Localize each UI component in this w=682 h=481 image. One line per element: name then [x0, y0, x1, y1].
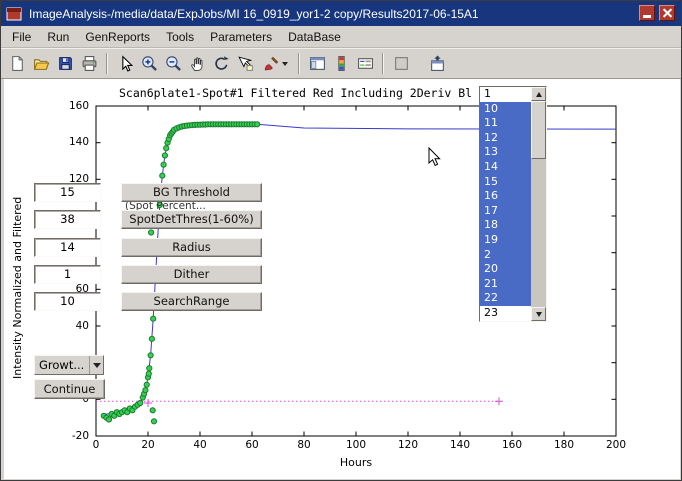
menu-database[interactable]: DataBase: [280, 27, 349, 47]
y-tick-label: -20: [51, 430, 89, 442]
menu-genreports[interactable]: GenReports: [77, 27, 158, 47]
y-axis-label: Intensity Normalized and Filtered: [11, 197, 24, 379]
x-tick-label: 100: [336, 439, 376, 451]
x-tick-label: 160: [492, 439, 532, 451]
chevron-down-icon: [89, 356, 103, 374]
param-button-bg-threshold[interactable]: BG Threshold: [121, 183, 262, 202]
x-tick-label: 200: [596, 439, 636, 451]
list-item-23[interactable]: 23: [480, 306, 531, 321]
save-icon[interactable]: [53, 52, 77, 76]
minimize-icon: [643, 15, 651, 18]
scroll-down-button[interactable]: [531, 307, 546, 321]
close-button[interactable]: [659, 5, 675, 21]
y-tick-label: 40: [51, 320, 89, 332]
x-tick-label: 20: [128, 439, 168, 451]
list-item-13[interactable]: 13: [480, 145, 531, 160]
list-item-21[interactable]: 21: [480, 277, 531, 292]
list-item-17[interactable]: 17: [480, 204, 531, 219]
list-item-20[interactable]: 20: [480, 262, 531, 277]
x-tick-label: 180: [544, 439, 584, 451]
list-item-11[interactable]: 11: [480, 116, 531, 131]
param-input-radius[interactable]: 14: [34, 238, 101, 257]
toolbar: [1, 48, 681, 79]
scroll-up-button[interactable]: [531, 87, 546, 101]
insert-legend-icon[interactable]: [353, 52, 377, 76]
growth-dropdown[interactable]: Growt...: [34, 355, 104, 375]
x-tick-label: 60: [232, 439, 272, 451]
brush-dropdown-caret-icon[interactable]: [282, 62, 288, 66]
toolbar-separator: [106, 53, 108, 74]
list-item-16[interactable]: 16: [480, 189, 531, 204]
rotate-3d-icon[interactable]: [209, 52, 233, 76]
menu-parameters[interactable]: Parameters: [202, 27, 280, 47]
data-cursor-icon[interactable]: [233, 52, 257, 76]
insert-colorbar-icon[interactable]: [329, 52, 353, 76]
figure-palette-icon[interactable]: [305, 52, 329, 76]
toolbar-separator: [298, 53, 300, 74]
continue-button[interactable]: Continue: [34, 379, 105, 399]
param-input-bg-threshold[interactable]: 15: [34, 183, 101, 202]
y-tick-label: 140: [51, 136, 89, 148]
list-item-22[interactable]: 22: [480, 291, 531, 306]
edit-plot-cursor-icon[interactable]: [113, 52, 137, 76]
list-item-1[interactable]: 1: [480, 87, 531, 102]
zoom-in-icon[interactable]: [137, 52, 161, 76]
x-tick-label: 120: [388, 439, 428, 451]
new-file-icon[interactable]: [5, 52, 29, 76]
param-button-dither[interactable]: Dither: [121, 265, 262, 284]
menu-file[interactable]: File: [4, 27, 39, 47]
open-folder-icon[interactable]: [29, 52, 53, 76]
list-item-14[interactable]: 14: [480, 160, 531, 175]
brush-icon[interactable]: [257, 52, 293, 76]
x-tick-label: 140: [440, 439, 480, 451]
y-tick-label: 160: [51, 100, 89, 112]
zoom-out-icon[interactable]: [161, 52, 185, 76]
x-tick-label: 80: [284, 439, 324, 451]
list-item-12[interactable]: 12: [480, 131, 531, 146]
title-bar[interactable]: ImageAnalysis-/media/data/ExpJobs/MI 16_…: [1, 1, 681, 26]
pan-hand-icon[interactable]: [185, 52, 209, 76]
mouse-cursor: [428, 147, 444, 169]
app-window: ImageAnalysis-/media/data/ExpJobs/MI 16_…: [0, 0, 682, 481]
window-title: ImageAnalysis-/media/data/ExpJobs/MI 16_…: [29, 7, 479, 21]
param-input-searchrange[interactable]: 10: [34, 292, 101, 311]
list-item-19[interactable]: 19: [480, 233, 531, 248]
scrollbar-thumb[interactable]: [531, 101, 546, 159]
list-item-2[interactable]: 2: [480, 248, 531, 263]
x-tick-label: 40: [180, 439, 220, 451]
scroll-up-icon: [536, 92, 542, 97]
param-input-dither[interactable]: 1: [34, 265, 101, 284]
listbox-scrollbar[interactable]: [531, 87, 546, 321]
hide-plot-tools-icon[interactable]: [389, 52, 413, 76]
plot-title: Scan6plate1-Spot#1 Filtered Red Includin…: [119, 86, 472, 100]
param-button-searchrange[interactable]: SearchRange: [121, 292, 262, 311]
minimize-button[interactable]: [639, 5, 655, 21]
param-button-radius[interactable]: Radius: [121, 238, 262, 257]
menu-tools[interactable]: Tools: [158, 27, 202, 47]
x-axis-label: Hours: [326, 456, 386, 469]
param-button-spotdetthres[interactable]: SpotDetThres(1-60%): [121, 210, 262, 229]
param-input-spotdetthres[interactable]: 38: [34, 210, 101, 229]
app-icon: [6, 6, 22, 22]
print-icon[interactable]: [77, 52, 101, 76]
growth-dropdown-value: Growt...: [35, 358, 89, 372]
number-listbox[interactable]: 110111213141516171819220212223: [479, 86, 547, 322]
list-item-18[interactable]: 18: [480, 218, 531, 233]
figure-canvas: [4, 79, 680, 479]
scroll-down-icon: [536, 312, 542, 317]
toolbar-separator: [382, 53, 384, 74]
dock-figure-icon[interactable]: [425, 52, 449, 76]
list-item-10[interactable]: 10: [480, 102, 531, 117]
list-item-15[interactable]: 15: [480, 175, 531, 190]
menu-run[interactable]: Run: [39, 27, 77, 47]
menu-bar: FileRunGenReportsToolsParametersDataBase: [1, 26, 681, 48]
